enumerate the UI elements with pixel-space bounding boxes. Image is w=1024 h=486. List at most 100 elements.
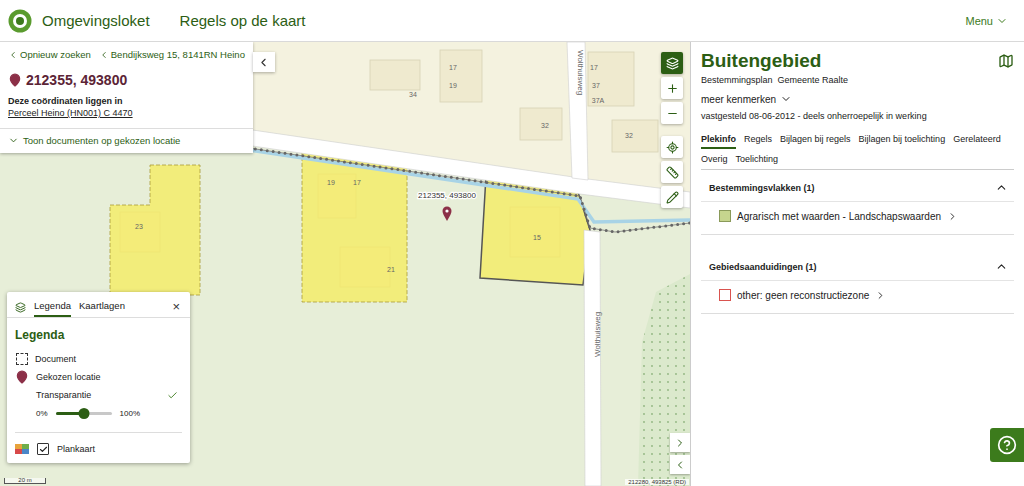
layer-checkbox[interactable] [37,443,49,455]
panel-tab[interactable]: Toelichting [736,151,779,169]
plan-meta: BestemmingsplanGemeente Raalte [701,75,1014,85]
panel-tab[interactable]: Bijlagen bij toelichting [859,131,946,149]
legend-tabs: Legenda Kaartlagen × [7,292,190,318]
zoom-out-button[interactable] [661,102,683,124]
tool-group [661,52,683,124]
map[interactable]: 17193432173737A322319172115WolthuiswegWo… [0,42,690,486]
street-label: Wolthuisweg [576,50,585,95]
nature-area [638,274,690,486]
main: 17193432173737A322319172115WolthuiswegWo… [0,42,1024,486]
nav-buttons [670,433,690,474]
slider-track[interactable] [56,412,112,415]
draw-button[interactable] [661,186,683,208]
info-section: Bestemmingsvlakken (1)Agrarisch met waar… [701,174,1014,235]
menu-button[interactable]: Menu [961,11,1012,31]
layer-row[interactable]: Plankaart [15,432,182,455]
documents-toggle[interactable]: Toon documenten op gekozen locatie [0,128,253,153]
tool-group [661,136,683,208]
chevron-right-icon [674,437,686,449]
collapse-button[interactable] [253,52,275,72]
panel-tab[interactable]: Plekinfo [701,131,736,149]
info-panel: Buitengebied BestemmingsplanGemeente Raal… [690,42,1024,486]
document-icon [16,353,28,365]
panel-title-row: Buitengebied [701,50,1014,72]
legend-item: Gekozen locatie [15,368,182,386]
legend-body: LegendaDocumentGekozen locatieTransparan… [7,318,190,463]
coordinates: 212355, 493800 [0,66,253,92]
plan-status: vastgesteld 08-06-2012 - deels onherroep… [701,111,1014,121]
panel-tab[interactable]: Bijlagen bij regels [780,131,851,149]
plan-boundary-dots [0,112,690,232]
chevron-left-icon [674,459,686,471]
locate-button[interactable] [661,136,683,158]
house-number: 34 [409,91,417,98]
locate-icon [666,141,679,154]
transparency-slider: 0%100% [15,404,182,422]
back-link[interactable]: Opnieuw zoeken [8,49,91,60]
pin-icon [15,370,29,384]
canal [0,113,690,222]
house-number: 17 [590,64,598,71]
coordinates-intro: Deze coördinaten liggen in [0,92,253,108]
brand[interactable]: Omgevingsloket [42,12,150,29]
slider-knob[interactable] [78,408,89,419]
panel-tab[interactable]: Gerelateerd [953,131,1001,149]
measure-button[interactable] [661,161,683,183]
check-icon [39,445,48,454]
chevron-up-icon [995,181,1008,194]
layers-button[interactable] [661,52,683,74]
close-button[interactable]: × [170,299,182,317]
chevron-right-icon [947,211,958,222]
minus-icon [666,107,679,120]
house-number: 19 [327,179,335,186]
legend-tab[interactable]: Kaartlagen [79,298,125,317]
parcel-link[interactable]: Perceel Heino (HN001) C 4470 [0,108,253,118]
panel-tab[interactable]: Regels [744,131,772,149]
chevron-left-icon [8,50,18,60]
location-pin-icon[interactable] [443,207,452,222]
ruler-icon [666,166,679,179]
section-item[interactable]: Agrarisch met waarden - Landschapswaarde… [701,202,966,234]
swatch [719,289,731,301]
house-number: 19 [449,82,457,89]
chevron-right-icon [875,290,886,301]
house-number: 23 [135,223,143,230]
chevron-down-icon [780,93,792,105]
panel-title: Buitengebied [701,50,821,72]
logo-icon [8,9,32,33]
location-card: Opnieuw zoeken Bendijksweg 15, 8141RN Hei… [0,42,253,153]
coordinates-text: 212355, 493800 [26,72,127,88]
plan-map-icon [15,444,29,454]
wolthuisweg-north [567,42,588,180]
chevron-down-icon [996,15,1008,27]
house-number: 17 [449,64,457,71]
plot-23[interactable] [110,165,200,295]
legend-tab[interactable]: Legenda [34,298,71,317]
house-number: 37 [592,82,600,89]
zoom-in-button[interactable] [661,77,683,99]
app: Omgevingsloket Regels op de kaart Menu 17 19… [0,0,1024,486]
section-header[interactable]: Bestemmingsvlakken (1) [701,174,1014,202]
street-label: Wolthuisweg [593,312,602,357]
help-button[interactable] [990,428,1024,462]
transparency-row[interactable]: Transparantie [15,386,182,404]
legend-panel: Legenda Kaartlagen ×LegendaDocumentGekozen… [7,292,190,463]
more-button[interactable]: meer kenmerken [701,93,792,105]
section-header[interactable]: Gebiedsaanduidingen (1) [701,253,1014,281]
map-icon[interactable] [998,53,1014,69]
legend-item: Document [15,350,182,368]
pencil-icon [666,191,679,204]
check-icon [167,390,178,401]
pin-label: 212355, 493800 [418,191,476,200]
section-item[interactable]: other: geen reconstructiezone [701,281,894,313]
previous-button[interactable] [670,455,690,474]
panel-tab[interactable]: Overig [701,151,728,169]
info-section: Gebiedsaanduidingen (1)other: geen recon… [701,253,1014,314]
next-button[interactable] [670,433,690,452]
house-number: 37A [592,97,605,104]
swatch [719,210,731,222]
chevron-left-icon [99,50,109,60]
layers-icon [15,302,26,313]
back-link[interactable]: Bendijksweg 15, 8141RN Heino [99,49,245,60]
app-title: Regels op de kaart [180,12,306,29]
